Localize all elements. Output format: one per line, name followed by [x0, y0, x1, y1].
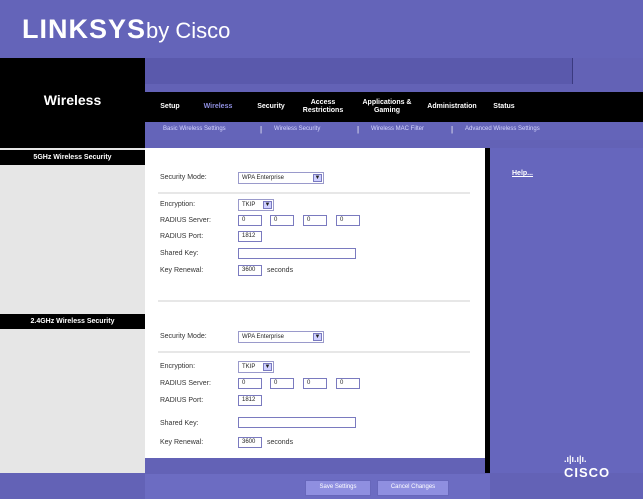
chevron-down-icon: ▼: [313, 174, 322, 182]
encryption-select-2-4ghz[interactable]: TKIP ▼: [238, 361, 274, 373]
cisco-bars-icon: .ı|ı.ı|ı.: [564, 454, 587, 464]
shared-key-label: Shared Key:: [160, 250, 199, 257]
tab-status[interactable]: Status: [487, 92, 521, 122]
section-divider: [158, 192, 470, 194]
footer-bar: Save Settings Cancel Changes: [145, 474, 490, 499]
security-mode-label: Security Mode:: [160, 333, 207, 340]
save-settings-button[interactable]: Save Settings: [305, 480, 371, 496]
subnav-wireless-security[interactable]: Wireless Security: [274, 126, 320, 132]
radius-port-label: RADIUS Port:: [160, 233, 204, 240]
cisco-wordmark: CISCO: [564, 465, 611, 480]
shared-key-field-2-4ghz[interactable]: [238, 417, 356, 428]
radius-server-octet-1[interactable]: 0: [238, 215, 262, 226]
subnav-separator: |: [451, 125, 454, 134]
radius-port-label: RADIUS Port:: [160, 397, 204, 404]
help-link[interactable]: Help...: [512, 170, 533, 177]
encryption-value: TKIP: [242, 364, 256, 370]
radius-server-label: RADIUS Server:: [160, 217, 211, 224]
chevron-down-icon: ▼: [263, 201, 272, 209]
cancel-changes-button[interactable]: Cancel Changes: [377, 480, 449, 496]
subnav-basic-wireless-settings[interactable]: Basic Wireless Settings: [163, 126, 226, 132]
page-heading-panel: Wireless: [0, 58, 145, 148]
radius-server-octet-3[interactable]: 0: [303, 378, 327, 389]
section-label-5ghz: 5GHz Wireless Security: [0, 150, 145, 165]
tab-setup[interactable]: Setup: [152, 92, 188, 122]
radius-port-field-2-4ghz[interactable]: 1812: [238, 395, 262, 406]
key-renewal-unit: seconds: [267, 439, 294, 446]
encryption-label: Encryption:: [160, 363, 196, 370]
key-renewal-field-2-4ghz[interactable]: 3600: [238, 437, 262, 448]
header: LINKSYSby Cisco: [0, 0, 643, 58]
radius-server-octet-4[interactable]: 0: [336, 215, 360, 226]
section-label-2-4ghz: 2.4GHz Wireless Security: [0, 314, 145, 329]
brand-name: LINKSYS: [22, 14, 147, 44]
shared-key-field-5ghz[interactable]: [238, 248, 356, 259]
radius-server-octet-4[interactable]: 0: [336, 378, 360, 389]
sub-nav: Basic Wireless Settings | Wireless Secur…: [145, 122, 643, 140]
cisco-logo: .ı|ı.ı|ı. CISCO: [564, 454, 611, 481]
chevron-down-icon: ▼: [263, 363, 272, 371]
tab-applications-gaming[interactable]: Applications & Gaming: [356, 92, 418, 122]
tab-security[interactable]: Security: [251, 92, 291, 122]
key-renewal-label: Key Renewal:: [160, 439, 204, 446]
security-mode-value: WPA Enterprise: [242, 334, 284, 340]
key-renewal-label: Key Renewal:: [160, 267, 204, 274]
tab-administration[interactable]: Administration: [421, 92, 483, 122]
radius-server-octet-2[interactable]: 0: [270, 378, 294, 389]
left-column: [0, 148, 145, 473]
tab-wireless[interactable]: Wireless: [197, 92, 239, 122]
encryption-select-5ghz[interactable]: TKIP ▼: [238, 199, 274, 211]
section-divider: [158, 300, 470, 302]
tab-access-restrictions[interactable]: Access Restrictions: [296, 92, 350, 122]
chevron-down-icon: ▼: [313, 333, 322, 341]
subnav-advanced-wireless-settings[interactable]: Advanced Wireless Settings: [465, 126, 540, 132]
radius-server-label: RADIUS Server:: [160, 380, 211, 387]
shared-key-label: Shared Key:: [160, 420, 199, 427]
security-mode-label: Security Mode:: [160, 174, 207, 181]
main-nav: Setup Wireless Security Access Restricti…: [145, 92, 643, 122]
security-mode-value: WPA Enterprise: [242, 175, 284, 181]
page-title: Wireless: [43, 92, 102, 108]
settings-panel: [145, 148, 485, 458]
subnav-wireless-mac-filter[interactable]: Wireless MAC Filter: [371, 126, 424, 132]
linksys-logo: LINKSYSby Cisco: [22, 14, 230, 45]
radius-server-octet-3[interactable]: 0: [303, 215, 327, 226]
radius-server-octet-1[interactable]: 0: [238, 378, 262, 389]
help-column: [490, 148, 643, 473]
section-divider: [158, 351, 470, 353]
subnav-separator: |: [260, 125, 263, 134]
security-mode-select-2-4ghz[interactable]: WPA Enterprise ▼: [238, 331, 324, 343]
radius-port-field-5ghz[interactable]: 1812: [238, 231, 262, 242]
subnav-separator: |: [357, 125, 360, 134]
key-renewal-field-5ghz[interactable]: 3600: [238, 265, 262, 276]
radius-server-octet-2[interactable]: 0: [270, 215, 294, 226]
brand-suffix: by Cisco: [146, 18, 231, 43]
key-renewal-unit: seconds: [267, 267, 294, 274]
security-mode-select-5ghz[interactable]: WPA Enterprise ▼: [238, 172, 324, 184]
encryption-label: Encryption:: [160, 201, 196, 208]
encryption-value: TKIP: [242, 202, 256, 208]
firmware-bar: [145, 58, 573, 84]
